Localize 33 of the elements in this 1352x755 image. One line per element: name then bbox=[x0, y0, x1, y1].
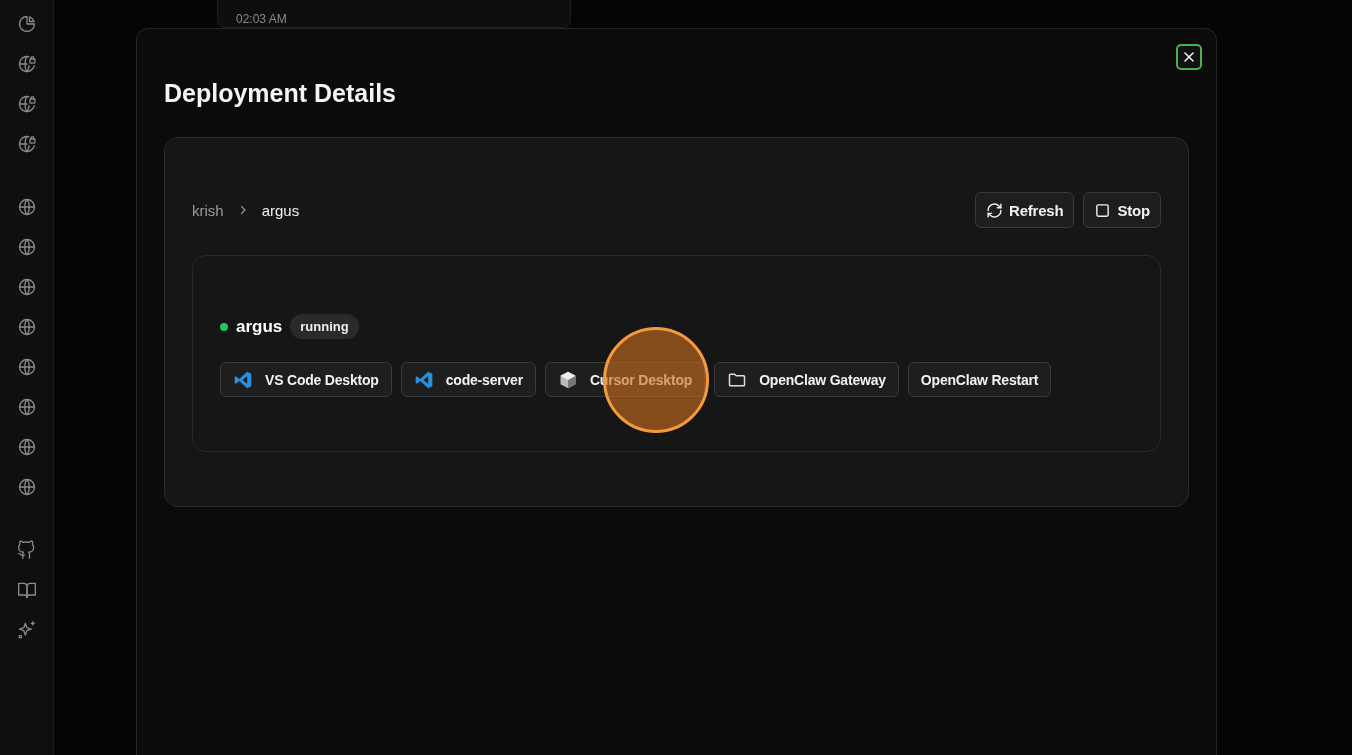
globe-icon[interactable] bbox=[16, 397, 37, 417]
book-icon[interactable] bbox=[16, 580, 37, 600]
globe-lock-icon[interactable] bbox=[16, 54, 37, 74]
breadcrumb-link[interactable]: krish bbox=[192, 201, 224, 219]
open-link-button[interactable]: code-server bbox=[400, 362, 536, 397]
close-icon bbox=[1181, 49, 1197, 65]
refresh-button[interactable]: Refresh bbox=[975, 192, 1075, 228]
close-button[interactable] bbox=[1176, 44, 1202, 70]
globe-icon[interactable] bbox=[16, 277, 37, 297]
globe-icon[interactable] bbox=[16, 317, 37, 337]
vscode-icon bbox=[413, 369, 434, 390]
globe-icon[interactable] bbox=[16, 237, 37, 257]
open-link-button[interactable]: OpenClaw Restart bbox=[907, 362, 1052, 397]
globe-icon[interactable] bbox=[16, 477, 37, 497]
open-link-button[interactable]: VS Code Desktop bbox=[220, 362, 392, 397]
status-badge: running bbox=[290, 314, 359, 339]
modal-title: Deployment Details bbox=[164, 79, 397, 108]
globe-icon[interactable] bbox=[16, 197, 37, 217]
vscode-icon bbox=[233, 369, 253, 390]
timestamp: 02:03 AM bbox=[236, 12, 287, 26]
square-icon bbox=[1094, 201, 1112, 219]
sparkles-icon[interactable] bbox=[16, 620, 37, 640]
globe-lock-icon[interactable] bbox=[16, 94, 37, 114]
globe-icon[interactable] bbox=[16, 357, 37, 377]
pie-chart-icon[interactable] bbox=[16, 14, 37, 34]
stop-button[interactable]: Stop bbox=[1083, 192, 1161, 228]
github-icon[interactable] bbox=[16, 540, 37, 560]
open-link-button[interactable]: OpenClaw Gateway bbox=[714, 362, 899, 397]
instance-name: argus bbox=[236, 316, 283, 337]
breadcrumb-link[interactable]: argus bbox=[261, 201, 300, 219]
globe-lock-icon[interactable] bbox=[16, 134, 37, 154]
globe-icon[interactable] bbox=[16, 437, 37, 457]
refresh-icon bbox=[986, 201, 1003, 219]
